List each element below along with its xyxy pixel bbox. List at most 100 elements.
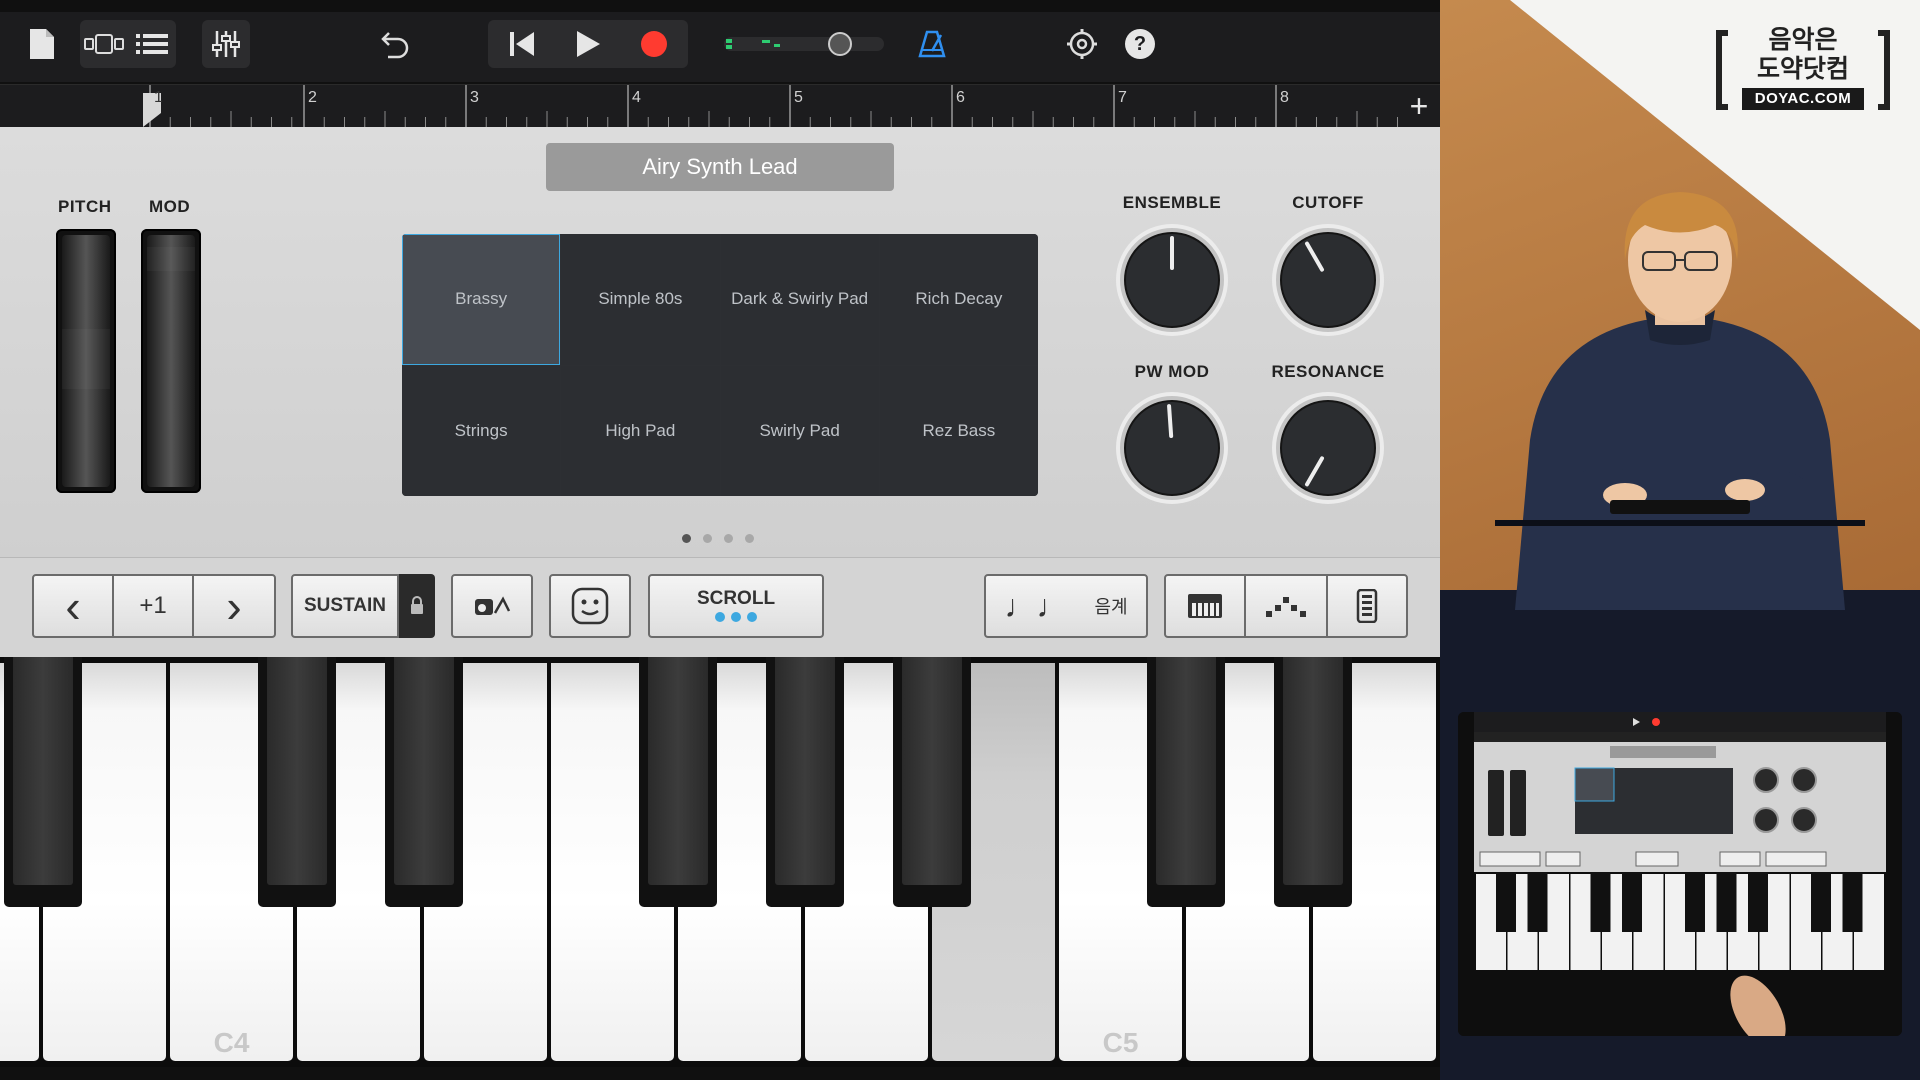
mini-ipad-screen [1458,712,1902,1036]
ruler-ticks [143,85,1398,127]
scroll-dots-icon [715,612,757,622]
keyboard-layout-icon[interactable] [1166,576,1244,636]
scroll-label: SCROLL [696,588,776,609]
octave-value: +1 [139,592,167,619]
bar-number: 5 [794,89,803,106]
tracks-view-icon[interactable] [80,33,128,55]
patch-rez-bass[interactable]: Rez Bass [879,365,1038,496]
bar-number: 3 [470,89,479,106]
transport-group [488,20,688,68]
resonance-knob[interactable] [1270,390,1386,506]
patch-dark-swirly-pad[interactable]: Dark & Swirly Pad [720,234,879,365]
bar-number: 1 [154,89,163,106]
help-icon[interactable]: ? [1116,20,1164,68]
knob-body [1280,232,1376,328]
page-dot[interactable] [682,534,691,543]
keyboard-control-bar: ‹ +1 › SUSTAIN SCROLL ♩♩ 음계 [0,557,1440,658]
bar-number: 7 [1118,89,1127,106]
octave-up-button[interactable]: › [194,576,274,636]
black-key[interactable] [1147,657,1225,907]
knob-body [1124,400,1220,496]
arpeggiator-button[interactable] [451,574,533,638]
pw-mod-knob[interactable] [1114,390,1230,506]
pitch-wheel[interactable] [56,229,116,493]
black-key[interactable] [4,657,82,907]
mini-black-key [1685,872,1705,932]
sustain-lock-icon[interactable] [399,574,435,638]
piano-keyboard: C4 C5 [0,657,1440,1067]
rewind-icon[interactable] [489,31,555,57]
synth-panel: Airy Synth Lead PITCH MOD Brassy Simple 8… [0,127,1440,557]
knob-indicator [1167,404,1174,439]
settings-icon[interactable] [1058,20,1106,68]
ensemble-label: ENSEMBLE [1122,193,1222,212]
bar-number: 6 [956,89,965,106]
bar-number: 2 [308,89,317,106]
pitch-label: PITCH [58,197,112,216]
scroll-button[interactable]: SCROLL [648,574,824,638]
cutoff-knob[interactable] [1270,222,1386,338]
black-key[interactable] [893,657,971,907]
patch-strings[interactable]: Strings [402,365,561,496]
mini-black-key [1527,872,1548,932]
page-dot[interactable] [724,534,733,543]
control-bar-top: ? [0,12,1440,82]
smart-controls-button[interactable] [549,574,631,638]
presenter-person [1495,192,1865,610]
patch-grid: Brassy Simple 80s Dark & Swirly Pad Rich De… [402,234,1038,496]
view-toggle-group [80,20,176,68]
black-key[interactable] [1274,657,1352,907]
key-label: C4 [213,1027,250,1058]
garageband-app: ? 1 2 3 4 5 6 7 8 + Airy Synth Lead PITCH MOD B… [0,0,1440,1080]
patch-name-display[interactable]: Airy Synth Lead [546,143,894,191]
knob-body [1280,400,1376,496]
black-key[interactable] [639,657,717,907]
octave-down-button[interactable]: ‹ [34,576,112,636]
mini-black-key [1748,872,1768,932]
mini-black-key [1842,872,1863,932]
ensemble-knob[interactable] [1114,222,1230,338]
notes-icon: ♩♩ [1004,587,1069,624]
mixer-icon[interactable] [202,20,250,68]
pw-mod-label: PW MOD [1134,362,1210,381]
patch-simple-80s[interactable]: Simple 80s [561,234,720,365]
metronome-icon[interactable] [908,20,956,68]
document-icon[interactable] [22,20,62,68]
mini-black-key [1590,872,1611,932]
presenter-video: 음악은 도약닷컴 DOYAC.COM [1440,0,1920,1080]
black-key[interactable] [258,657,336,907]
mini-black-key [1622,872,1642,932]
bar-number: 8 [1280,89,1289,106]
arpeggiator-icon [475,596,511,615]
undo-icon[interactable] [372,20,420,68]
black-key[interactable] [766,657,844,907]
timeline-ruler[interactable]: 1 2 3 4 5 6 7 8 + [0,84,1440,127]
bar-number: 4 [632,89,641,106]
mod-label: MOD [149,197,191,216]
mini-black-key [1716,872,1737,932]
mini-black-key [1811,872,1831,932]
black-key[interactable] [385,657,463,907]
patch-high-pad[interactable]: High Pad [561,365,720,496]
patch-swirly-pad[interactable]: Swirly Pad [720,365,879,496]
mini-black-key [1496,872,1516,932]
patch-rich-decay[interactable]: Rich Decay [879,234,1038,365]
doyac-logo: 음악은 도약닷컴 DOYAC.COM [1716,26,1890,116]
mod-wheel[interactable] [141,229,201,493]
record-icon[interactable] [621,29,687,59]
page-dot[interactable] [703,534,712,543]
resonance-label: RESONANCE [1271,362,1385,381]
pitch-strip-icon[interactable] [1328,576,1406,636]
cutoff-label: CUTOFF [1292,193,1364,212]
face-icon [571,587,609,625]
add-section-button[interactable]: + [1402,85,1436,127]
scale-button[interactable]: ♩♩ 음계 [984,574,1148,638]
patch-brassy[interactable]: Brassy [402,234,561,365]
play-icon[interactable] [555,30,621,58]
volume-slider[interactable] [720,20,890,68]
page-indicator[interactable] [682,534,754,543]
page-dot[interactable] [745,534,754,543]
list-view-icon[interactable] [128,32,176,56]
arpeggio-layout-icon[interactable] [1246,576,1326,636]
sustain-button[interactable]: SUSTAIN [291,574,399,638]
